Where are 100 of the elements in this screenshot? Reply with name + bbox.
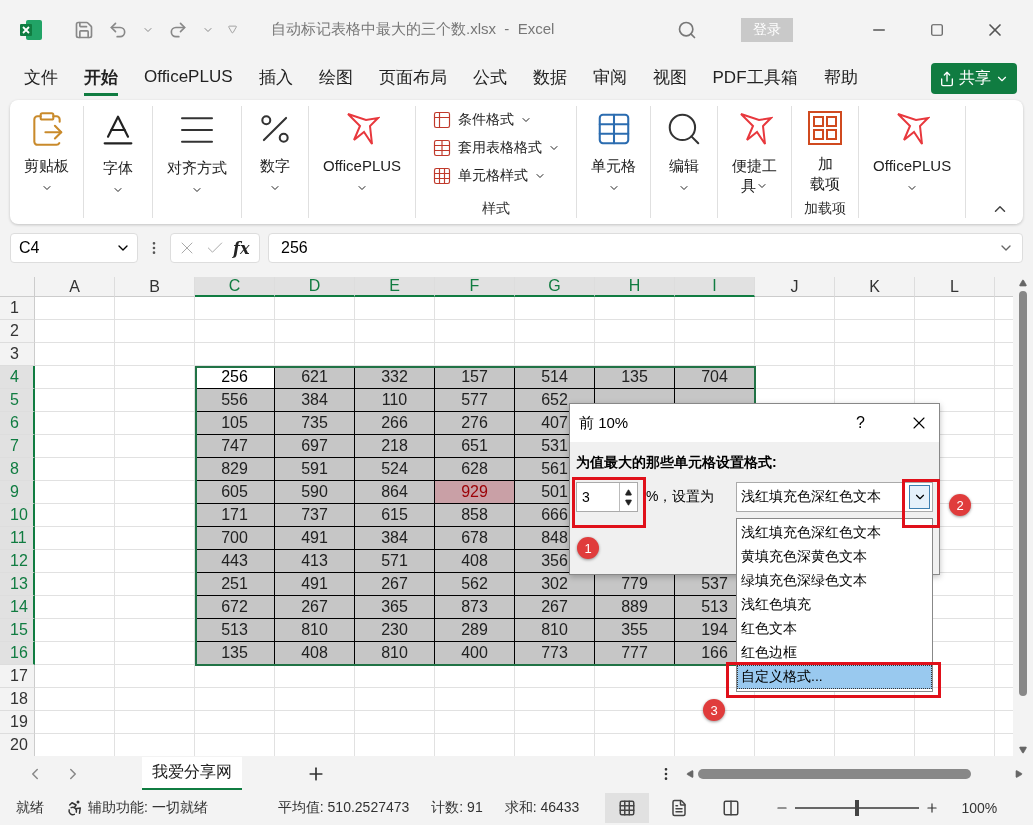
dropdown-option[interactable]: 自定义格式... (737, 665, 932, 689)
row-header[interactable]: 9 (0, 481, 35, 505)
row-header[interactable]: 14 (0, 596, 35, 620)
row-header[interactable]: 19 (0, 711, 35, 735)
row-header[interactable]: 18 (0, 688, 35, 712)
ribbon-button[interactable]: 编辑 (663, 106, 706, 195)
ribbon-button[interactable]: 单元格 (589, 106, 639, 195)
column-header[interactable]: C (195, 277, 275, 298)
redo-icon[interactable] (168, 19, 188, 40)
menu-tab[interactable]: 绘图 (318, 61, 353, 96)
row-header[interactable]: 1 (0, 297, 35, 321)
number-field[interactable]: 3 (576, 482, 638, 512)
slider-thumb[interactable] (855, 800, 860, 817)
ribbon-button[interactable]: 对齐方式 (165, 106, 229, 197)
undo-icon[interactable] (108, 19, 128, 40)
column-header[interactable]: G (515, 277, 595, 298)
dropdown-caret-icon[interactable] (909, 485, 930, 509)
menu-tab[interactable]: 文件 (24, 61, 58, 96)
row-header[interactable]: 16 (0, 642, 35, 666)
help-button[interactable]: ? (856, 414, 865, 432)
table-cell: 332 (355, 366, 435, 390)
table-cell: 704 (675, 366, 755, 390)
table-style-icon (432, 138, 453, 159)
row-header[interactable]: 2 (0, 320, 35, 344)
scrollbar-thumb[interactable] (698, 768, 971, 779)
menu-tab[interactable]: 帮助 (823, 61, 858, 96)
ribbon-button[interactable]: 字体 (96, 106, 140, 197)
row-header[interactable]: 12 (0, 550, 35, 574)
column-header[interactable]: A (35, 277, 115, 298)
column-header[interactable]: K (835, 277, 915, 298)
column-header[interactable]: L (915, 277, 995, 298)
table-cell: 513 (195, 619, 275, 643)
menu-tab[interactable]: 插入 (258, 61, 293, 96)
view-button[interactable] (605, 793, 650, 824)
row-header[interactable]: 3 (0, 343, 35, 367)
column-header[interactable]: J (755, 277, 835, 298)
table-cell: 384 (275, 389, 355, 413)
ribbon-button[interactable]: 数字 (254, 106, 296, 195)
table-cell: 697 (275, 435, 355, 459)
ribbon-button[interactable]: 便捷工 具 (730, 106, 780, 197)
menu-tab[interactable]: 公式 (472, 61, 507, 96)
row-header[interactable]: 5 (0, 389, 35, 413)
table-cell: 810 (275, 619, 355, 643)
status-text[interactable]: 辅助功能: 一切就绪 (88, 799, 208, 818)
formula-field[interactable]: 256 (268, 233, 1023, 264)
row-header[interactable]: 13 (0, 573, 35, 597)
zoom-in-icon[interactable] (925, 801, 940, 816)
column-header[interactable]: D (275, 277, 355, 298)
table-cell: 230 (355, 619, 435, 643)
save-icon[interactable] (74, 19, 94, 40)
name-box[interactable]: C4 (10, 233, 138, 264)
format-dropdown[interactable]: 浅红填充色深红色文本 (736, 482, 933, 512)
column-header[interactable]: E (355, 277, 435, 298)
row-header[interactable]: 17 (0, 665, 35, 689)
column-header[interactable]: F (435, 277, 515, 298)
table-cell: 218 (355, 435, 435, 459)
table-cell: 408 (275, 642, 355, 666)
accessibility-icon[interactable] (66, 799, 84, 818)
ribbon-button[interactable]: OfficePLUS (871, 106, 954, 195)
table-cell: 267 (355, 573, 435, 597)
menu-tab[interactable]: 页面布局 (378, 61, 447, 96)
row-header[interactable]: 7 (0, 435, 35, 459)
column-header[interactable]: I (675, 277, 755, 298)
add-ins-icon (807, 110, 844, 147)
table-cell: 302 (515, 573, 595, 597)
ribbon-button[interactable]: 套用表格格式 (432, 134, 561, 163)
menu-tab[interactable]: 数据 (532, 61, 567, 96)
scroll-left-icon[interactable] (686, 769, 694, 778)
ribbon-button[interactable]: 条件格式 (432, 106, 533, 135)
table-cell: 408 (435, 550, 515, 574)
table-cell: 605 (195, 481, 275, 505)
row-header[interactable]: 15 (0, 619, 35, 643)
table-cell: 562 (435, 573, 515, 597)
column-header[interactable]: H (595, 277, 675, 298)
row-header[interactable]: 6 (0, 412, 35, 436)
scroll-down-icon[interactable] (1019, 746, 1027, 755)
spin-up-icon[interactable] (625, 488, 632, 496)
menu-tab[interactable]: 视图 (652, 61, 687, 96)
row-header[interactable]: 11 (0, 527, 35, 551)
ribbon-button[interactable]: 单元格样式 (432, 162, 547, 191)
insert-function-button[interactable]: fx (233, 238, 250, 258)
spin-down-icon[interactable] (625, 498, 632, 506)
row-header[interactable]: 20 (0, 734, 35, 757)
row-header[interactable]: 8 (0, 458, 35, 482)
scroll-right-icon[interactable] (1015, 769, 1023, 778)
ribbon-button[interactable]: 加 载项 (805, 106, 846, 195)
table-cell: 289 (435, 619, 515, 643)
row-header[interactable]: 4 (0, 366, 35, 390)
menu-tab[interactable]: 审阅 (592, 61, 627, 96)
search-icon[interactable] (677, 19, 697, 40)
ribbon-button[interactable]: 剪贴板 (22, 106, 71, 195)
menu-tab[interactable]: 开始 (84, 61, 118, 96)
sheet-tab[interactable]: 我爱分享网 (142, 757, 242, 791)
ribbon-button[interactable]: OfficePLUS (321, 106, 404, 195)
row-header[interactable]: 10 (0, 504, 35, 528)
menu-tab[interactable]: PDF工具箱 (712, 61, 798, 96)
scroll-up-icon[interactable] (1019, 279, 1027, 288)
share-button[interactable]: 共享 (931, 63, 1017, 95)
menu-tab[interactable]: OfficePLUS (144, 63, 233, 95)
column-header[interactable]: B (115, 277, 195, 298)
